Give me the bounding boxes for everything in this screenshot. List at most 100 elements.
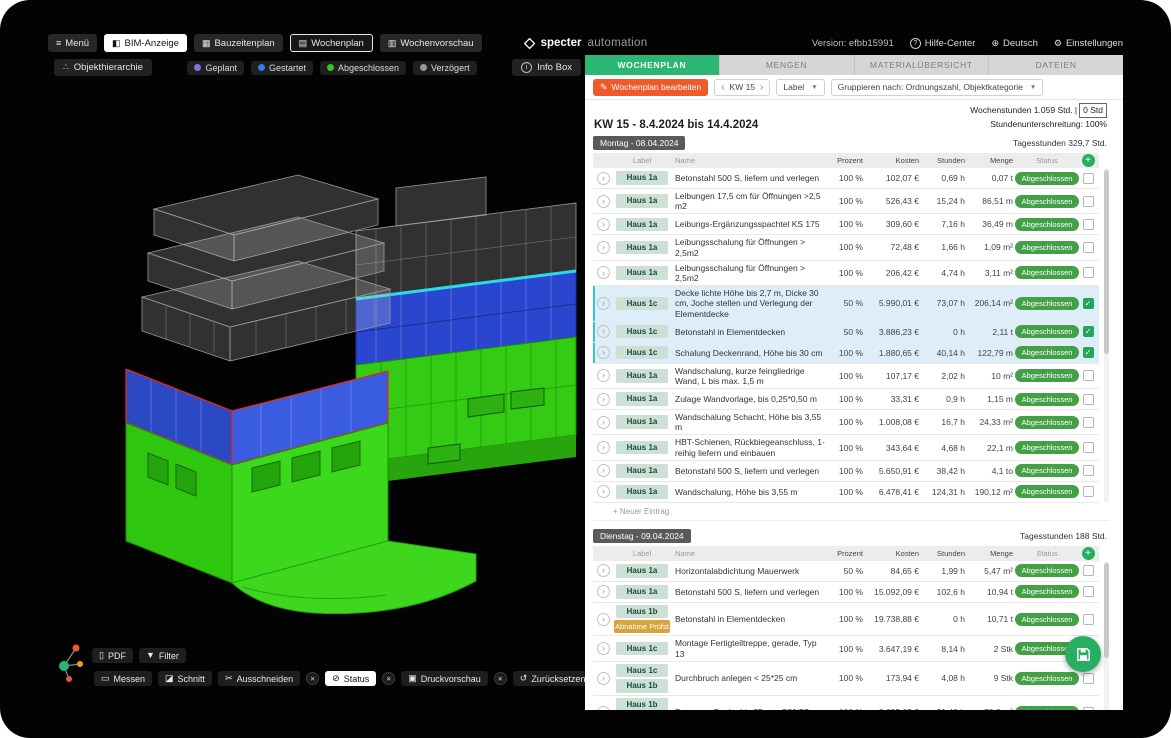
task-row[interactable]: ›Haus 1aHorizontalabdichtung Mauerwerk50… [593,561,1099,582]
help-center-button[interactable]: ?Hilfe-Center [910,38,976,49]
expand-row-icon[interactable]: › [597,585,610,598]
topbar-button-bauzeitenplan[interactable]: ▦Bauzeitenplan [194,34,283,52]
row-checkbox[interactable] [1083,196,1094,207]
expand-row-icon[interactable]: › [597,195,610,208]
row-checkbox[interactable] [1083,242,1094,253]
chevron-left-icon[interactable]: ‹ [721,82,724,93]
save-button[interactable] [1065,636,1101,672]
tool-status-close-icon[interactable]: ✕ [382,672,395,685]
table-scrollbar[interactable] [1104,561,1109,710]
row-checkbox[interactable] [1083,394,1094,405]
info-box-button[interactable]: iInfo Box [512,59,581,76]
tool-pdf-button[interactable]: ▯PDF [92,648,133,663]
tab-dateien[interactable]: DATEIEN [989,55,1123,75]
language-button[interactable]: ⊕Deutsch [991,38,1037,49]
task-row[interactable]: ›Haus 1cHaus 1bDurchbruch anlegen < 25*2… [593,662,1099,696]
expand-row-icon[interactable]: › [597,464,610,477]
task-row[interactable]: ›Haus 1aBetonstahl 500 S, liefern und ve… [593,582,1099,603]
expand-row-icon[interactable]: › [597,642,610,655]
task-row[interactable]: ›Haus 1aBetonstahl 500 S, liefern und ve… [593,168,1099,189]
task-row[interactable]: ›Haus 1aLeibungs-Ergänzungsspachtel KS 1… [593,214,1099,235]
expand-row-icon[interactable]: › [597,297,610,310]
chevron-right-icon[interactable]: › [760,82,763,93]
expand-row-icon[interactable]: › [597,241,610,254]
row-checkbox[interactable] [1083,465,1094,476]
tool-druckvorschau-button[interactable]: ▣Druckvorschau [401,671,488,686]
task-row[interactable]: ›Haus 1aLeibungsschalung für Öffnungen >… [593,235,1099,260]
task-row[interactable]: ›Haus 1aHBT-Schienen, Rückbiegeanschluss… [593,435,1099,460]
task-row[interactable]: ›Haus 1aWandschalung, Höhe bis 3,55 m100… [593,482,1099,503]
task-row[interactable]: ›Haus 1aZulage Wandvorlage, bis 0,25*0,5… [593,389,1099,410]
tool-ausschneiden-close-icon[interactable]: ✕ [306,672,319,685]
topbar-button-men[interactable]: ≡Menü [48,34,97,52]
label-filter-dropdown[interactable]: Label▼ [776,79,824,96]
topbar-button-wochenvorschau[interactable]: ▥Wochenvorschau [380,34,482,52]
expand-row-icon[interactable]: › [597,613,610,626]
row-checkbox[interactable]: ✓ [1083,298,1094,309]
tab-material-bersicht[interactable]: MATERIALÜBERSICHT [855,55,990,75]
expand-row-icon[interactable]: › [597,485,610,498]
row-checkbox[interactable] [1083,586,1094,597]
task-row[interactable]: ›Haus 1cMontage Fertigteiltreppe, gerade… [593,636,1099,661]
tool-filter-button[interactable]: ▼Filter [139,648,186,663]
task-row[interactable]: ›Haus 1bHaus 1cBetonage Decke bis 25 cm,… [593,696,1099,710]
add-task-icon[interactable]: + [1082,154,1095,167]
expand-row-icon[interactable]: › [597,416,610,429]
settings-button[interactable]: ⚙Einstellungen [1054,38,1123,49]
expand-row-icon[interactable]: › [597,369,610,382]
expand-row-icon[interactable]: › [597,393,610,406]
scrollbar-thumb[interactable] [1104,563,1109,658]
row-checkbox[interactable] [1083,370,1094,381]
table-scrollbar[interactable] [1104,168,1109,503]
tool-status-button[interactable]: ⊘Status [325,671,376,686]
expand-row-icon[interactable]: › [597,172,610,185]
task-row[interactable]: ›Haus 1cBetonstahl in Elementdecken50 %3… [593,322,1099,343]
tool-druckvorschau-close-icon[interactable]: ✕ [494,672,507,685]
scrollbar-thumb[interactable] [1104,170,1109,354]
topbar-button-wochenplan[interactable]: ▤Wochenplan [290,34,373,52]
expand-row-icon[interactable]: › [597,706,610,710]
tool-ausschneiden-button[interactable]: ✂Ausschneiden [218,671,300,686]
week-selector[interactable]: ‹KW 15› [714,79,770,96]
tool-zur-cksetzen-button[interactable]: ↺Zurücksetzen [513,671,593,686]
row-checkbox[interactable]: ✓ [1083,326,1094,337]
expand-row-icon[interactable]: › [597,325,610,338]
expand-row-icon[interactable]: › [597,266,610,279]
tool-schnitt-button[interactable]: ◪Schnitt [158,671,212,686]
row-checkbox[interactable] [1083,219,1094,230]
row-checkbox[interactable] [1083,267,1094,278]
expand-row-icon[interactable]: › [597,346,610,359]
expand-row-icon[interactable]: › [597,218,610,231]
building-3d-model[interactable] [56,113,580,643]
task-row[interactable]: ›Haus 1aWandschalung, kurze feingliedrig… [593,364,1099,389]
expand-row-icon[interactable]: › [597,672,610,685]
task-row[interactable]: ›Haus 1aLeibungen 17,5 cm für Öffnungen … [593,189,1099,214]
row-checkbox[interactable] [1083,707,1094,710]
edit-weekplan-button[interactable]: ✎Wochenplan bearbeiten [593,79,708,96]
task-row[interactable]: ›Haus 1bAbnahme Prüfst..Betonstahl in El… [593,603,1099,637]
row-checkbox[interactable] [1083,565,1094,576]
row-checkbox[interactable] [1083,673,1094,684]
task-row[interactable]: ›Haus 1cDecke lichte Höhe bis 2,7 m, Dic… [593,286,1099,322]
topbar-button-bim-anzeige[interactable]: ◧BIM-Anzeige [104,34,187,52]
task-row[interactable]: ›Haus 1aWandschalung Schacht, Höhe bis 3… [593,410,1099,435]
add-task-icon[interactable]: + [1082,547,1095,560]
tool-messen-button[interactable]: ▭Messen [94,671,152,686]
tab-wochenplan[interactable]: WOCHENPLAN [585,55,720,75]
row-checkbox[interactable] [1083,417,1094,428]
group-by-dropdown[interactable]: Gruppieren nach: Ordnungszahl, Objektkat… [831,79,1044,96]
expand-row-icon[interactable]: › [597,441,610,454]
tab-mengen[interactable]: MENGEN [720,55,855,75]
task-row[interactable]: ›Haus 1cSchalung Deckenrand, Höhe bis 30… [593,343,1099,364]
new-entry-button[interactable]: + Neuer Eintrag [593,503,1109,521]
row-checkbox[interactable] [1083,173,1094,184]
row-checkbox[interactable] [1083,614,1094,625]
row-checkbox[interactable]: ✓ [1083,347,1094,358]
task-row[interactable]: ›Haus 1aLeibungsschalung für Öffnungen >… [593,261,1099,286]
row-checkbox[interactable] [1083,486,1094,497]
task-row[interactable]: ›Haus 1aBetonstahl 500 S, liefern und ve… [593,461,1099,482]
object-hierarchy-button[interactable]: ∴Objekthierarchie [54,59,152,76]
expand-row-icon[interactable]: › [597,564,610,577]
row-checkbox[interactable] [1083,442,1094,453]
bim-viewer[interactable]: ∴Objekthierarchie GeplantGestartetAbgesc… [48,55,585,710]
